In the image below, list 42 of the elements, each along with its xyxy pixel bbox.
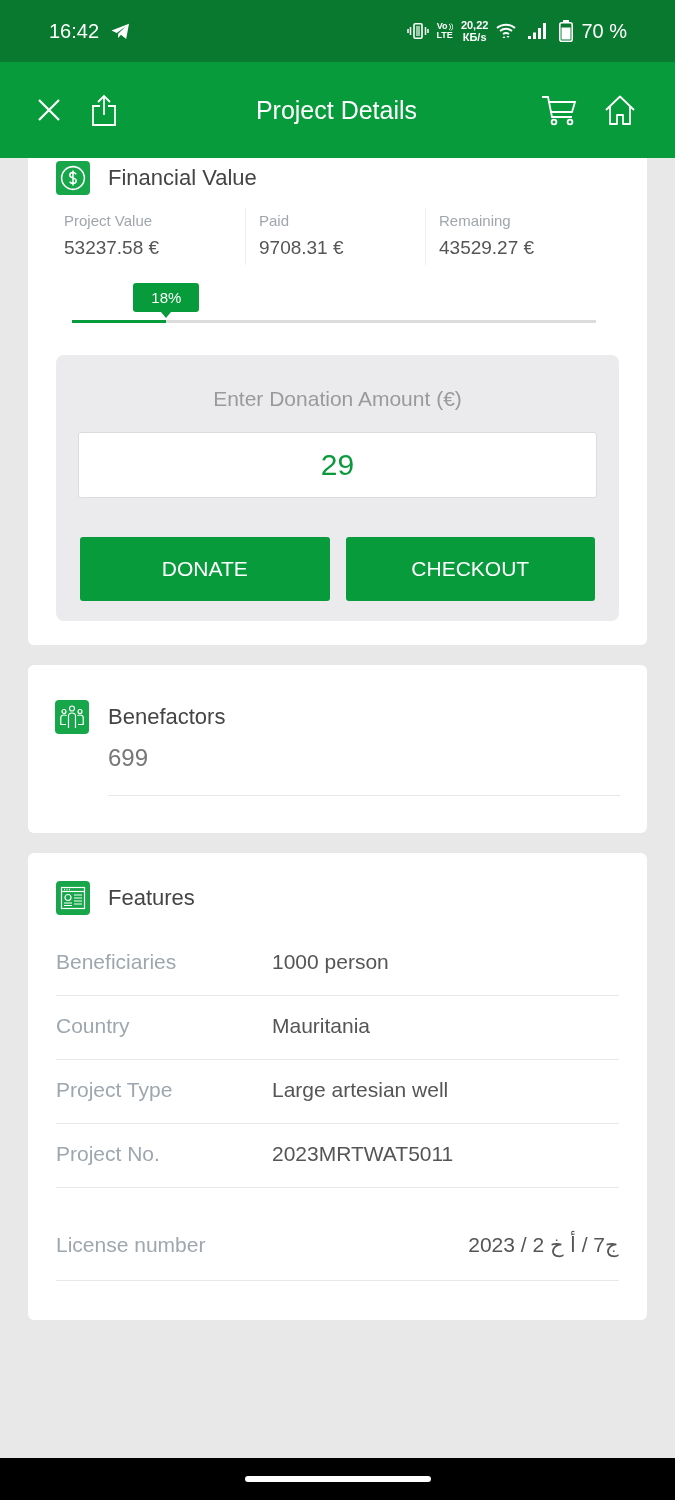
percent-tooltip: 18% — [133, 283, 200, 318]
feature-value: 2023MRTWAT5011 — [272, 1140, 454, 1167]
battery-percent: 70 % — [581, 19, 627, 43]
feature-value: ج7 / أ خ 2 / 2023 — [468, 1231, 619, 1259]
benefactors-count: 699 — [108, 743, 150, 773]
checkout-button[interactable]: CHECKOUT — [345, 537, 595, 601]
volte-indicator: Vo LTE — [436, 22, 453, 40]
cart-button[interactable] — [541, 94, 577, 126]
people-icon — [55, 700, 89, 734]
stat-value: 53237.58 € — [64, 236, 161, 260]
dollar-coin-icon — [56, 161, 90, 195]
feature-label: Project Type — [56, 1076, 174, 1103]
stat-label: Paid — [259, 211, 291, 231]
clock-time: 16:42 — [49, 19, 100, 43]
battery-icon — [559, 20, 574, 42]
close-button[interactable] — [37, 98, 61, 122]
card-title: Benefactors — [108, 703, 227, 731]
browser-window-icon — [56, 881, 90, 915]
donation-amount-input[interactable]: 29 — [78, 432, 597, 498]
feature-label: Country — [56, 1012, 131, 1039]
card-title: Financial Value — [108, 164, 257, 192]
feature-label: Beneficiaries — [56, 948, 178, 975]
feature-label: License number — [56, 1232, 206, 1258]
stat-label: Remaining — [439, 211, 512, 231]
feature-label: Project No. — [56, 1140, 161, 1167]
paper-plane-icon — [111, 22, 131, 40]
stat-value: 43529.27 € — [439, 236, 536, 260]
donate-button[interactable]: DONATE — [80, 537, 330, 601]
feature-value: 1000 person — [272, 948, 389, 975]
card-title: Features — [108, 884, 195, 912]
vibrate-icon — [406, 23, 429, 39]
home-button[interactable] — [604, 94, 636, 126]
signal-icon — [528, 23, 548, 39]
wifi-icon — [496, 22, 517, 40]
stat-value: 9708.31 € — [259, 236, 345, 260]
feature-value: Large artesian well — [272, 1076, 449, 1103]
stat-label: Project Value — [64, 211, 154, 231]
share-button[interactable] — [91, 94, 117, 126]
feature-value: Mauritania — [272, 1012, 371, 1039]
donation-prompt: Enter Donation Amount (€) — [213, 386, 462, 412]
page-title: Project Details — [255, 95, 418, 125]
network-speed: 20,22 КБ/s — [460, 19, 489, 43]
